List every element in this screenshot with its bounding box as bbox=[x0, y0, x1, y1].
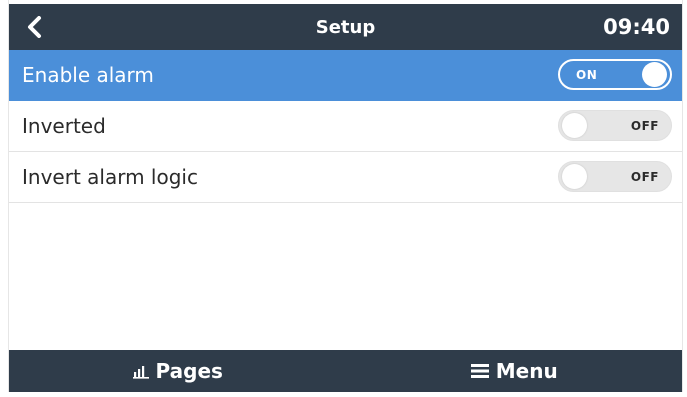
toggle-knob bbox=[642, 62, 667, 87]
back-button[interactable] bbox=[19, 11, 51, 43]
toggle-knob bbox=[562, 113, 587, 138]
top-bar: Setup 09:40 bbox=[9, 4, 682, 50]
setting-row-invert-alarm-logic[interactable]: Invert alarm logic OFF bbox=[9, 152, 682, 203]
setting-row-inverted[interactable]: Inverted OFF bbox=[9, 101, 682, 152]
enable-alarm-toggle[interactable]: ON bbox=[558, 59, 672, 90]
menu-label: Menu bbox=[495, 359, 558, 383]
toggle-state-text: OFF bbox=[630, 118, 659, 133]
pages-label: Pages bbox=[155, 359, 223, 383]
setting-label: Inverted bbox=[22, 114, 106, 138]
setting-row-enable-alarm[interactable]: Enable alarm ON bbox=[9, 50, 682, 101]
device-screen: Setup 09:40 Enable alarm ON Inverted OFF… bbox=[8, 0, 683, 392]
settings-list: Enable alarm ON Inverted OFF Invert alar… bbox=[9, 50, 682, 203]
menu-button[interactable]: Menu bbox=[346, 350, 683, 392]
setting-label: Enable alarm bbox=[22, 63, 154, 87]
setting-label: Invert alarm logic bbox=[22, 165, 198, 189]
clock: 09:40 bbox=[603, 15, 670, 39]
toggle-knob bbox=[562, 164, 587, 189]
page-title: Setup bbox=[315, 16, 376, 38]
hamburger-menu-icon bbox=[470, 363, 490, 379]
bar-chart-icon bbox=[132, 363, 150, 379]
invert-alarm-logic-toggle[interactable]: OFF bbox=[558, 161, 672, 192]
bottom-bar: Pages Menu bbox=[9, 350, 682, 392]
chevron-left-icon bbox=[28, 16, 41, 38]
toggle-state-text: OFF bbox=[630, 169, 659, 184]
inverted-toggle[interactable]: OFF bbox=[558, 110, 672, 141]
toggle-state-text: ON bbox=[576, 67, 598, 82]
pages-button[interactable]: Pages bbox=[9, 350, 346, 392]
